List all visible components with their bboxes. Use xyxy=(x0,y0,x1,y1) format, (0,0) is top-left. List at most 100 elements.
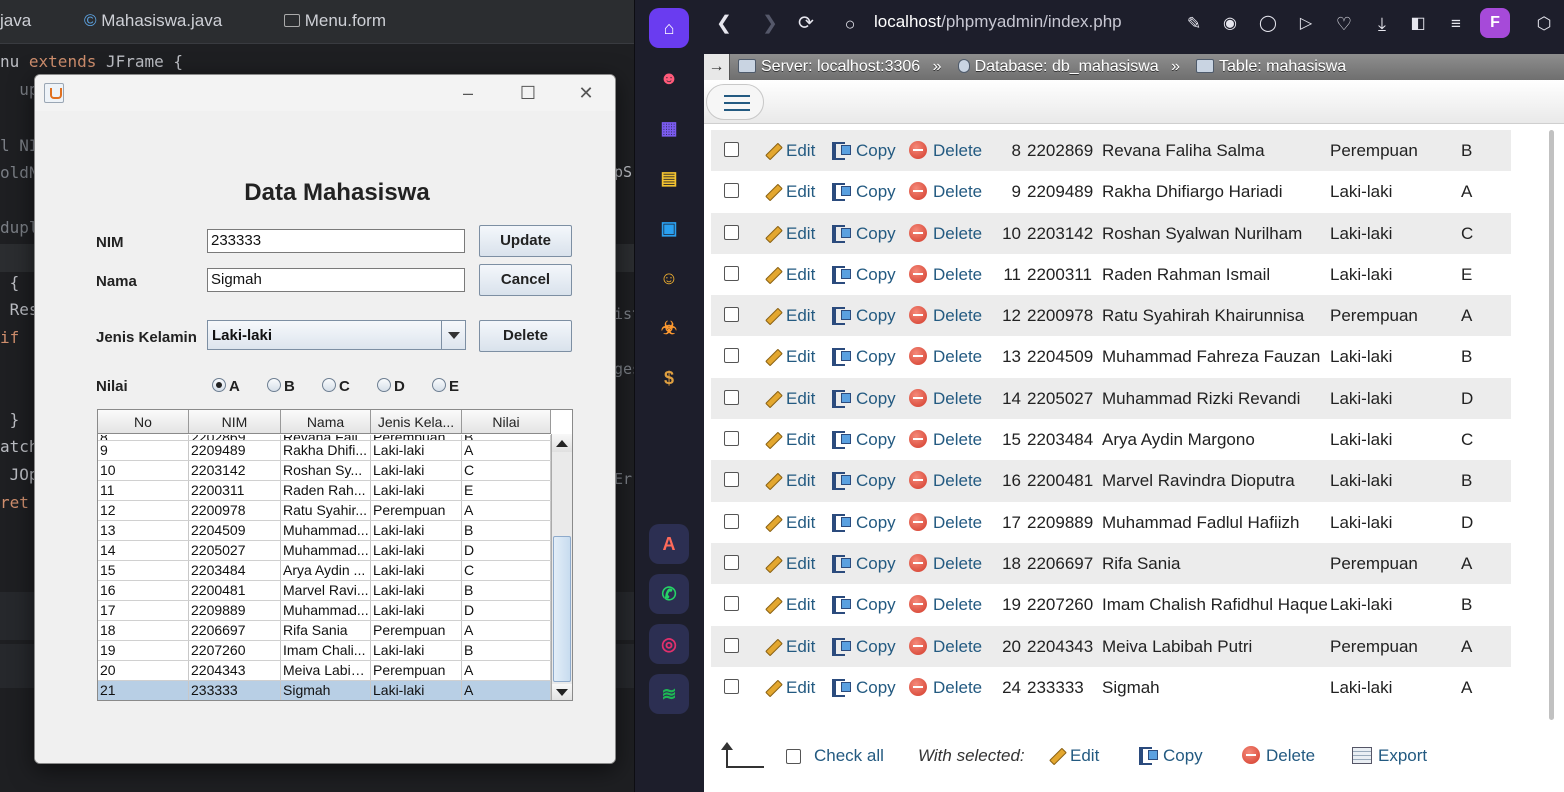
copy-link[interactable]: Copy xyxy=(831,554,896,574)
table-row[interactable]: 13 2204509 Muhammad... Laki-laki B xyxy=(98,521,551,541)
breadcrumb-database[interactable]: Database: db_mahasiswa xyxy=(975,58,1159,75)
table-row[interactable]: 18 2206697 Rifa Sania Perempuan A xyxy=(98,621,551,641)
edit-link[interactable]: Edit xyxy=(763,224,815,244)
row-checkbox[interactable] xyxy=(724,472,739,488)
editor-tab-mahasiswa[interactable]: © Mahasiswa.java xyxy=(84,11,222,31)
copy-link[interactable]: Copy xyxy=(831,595,896,615)
hamburger-menu-icon[interactable] xyxy=(706,84,764,120)
extensions-icon[interactable]: ⬡ xyxy=(1530,10,1558,38)
delete-link[interactable]: Delete xyxy=(909,347,982,367)
grade-radio-a[interactable]: A xyxy=(207,375,257,399)
update-button[interactable]: Update xyxy=(479,225,572,257)
delete-link[interactable]: Delete xyxy=(909,388,982,409)
easy-setup-icon[interactable]: ≡ xyxy=(1442,10,1470,38)
copy-link[interactable]: Copy xyxy=(831,513,896,533)
row-checkbox[interactable] xyxy=(724,389,739,405)
heart-icon[interactable]: ♡ xyxy=(1330,10,1358,38)
edit-url-icon[interactable]: ✎ xyxy=(1180,10,1208,38)
biohazard-icon[interactable]: ☣ xyxy=(649,308,689,348)
edit-link[interactable]: Edit xyxy=(763,389,815,409)
copy-link[interactable]: Copy xyxy=(831,306,896,326)
row-checkbox[interactable] xyxy=(724,513,739,529)
edit-link[interactable]: Edit xyxy=(763,678,815,698)
copy-link[interactable]: Copy xyxy=(831,182,896,202)
table-row[interactable]: 21 233333 Sigmah Laki-laki A xyxy=(98,681,551,700)
files-icon[interactable]: ▤ xyxy=(649,158,689,198)
download-icon[interactable]: ⤓ xyxy=(1368,10,1396,38)
column-header[interactable]: Jenis Kela... xyxy=(371,410,462,433)
editor-tab-java[interactable]: java xyxy=(0,11,31,31)
delete-link[interactable]: Delete xyxy=(909,223,982,244)
delete-link[interactable]: Delete xyxy=(909,182,982,202)
home-icon[interactable]: ⌂ xyxy=(649,8,689,48)
delete-link[interactable]: Delete xyxy=(909,430,982,450)
mahasiswa-table[interactable]: NoNIMNamaJenis Kela...Nilai 82202869Reva… xyxy=(97,409,573,701)
check-all-link[interactable]: Check all xyxy=(814,746,884,766)
whatsapp-icon[interactable]: ✆ xyxy=(649,574,689,614)
delete-link[interactable]: Delete xyxy=(909,595,982,615)
back-icon[interactable]: ❮ xyxy=(710,10,738,38)
grade-radio-c[interactable]: C xyxy=(317,375,367,399)
row-checkbox[interactable] xyxy=(724,183,739,199)
delete-link[interactable]: Delete xyxy=(909,306,982,326)
check-all-checkbox[interactable] xyxy=(786,749,801,764)
reload-icon[interactable]: ⟳ xyxy=(792,10,820,38)
row-checkbox[interactable] xyxy=(724,224,739,240)
grid-app-icon[interactable]: ▦ xyxy=(649,108,689,148)
address-bar[interactable]: localhost/phpmyadmin/index.php xyxy=(874,12,1122,32)
row-checkbox[interactable] xyxy=(724,431,739,447)
breadcrumb-server[interactable]: Server: localhost:3306 xyxy=(761,58,920,75)
chevron-down-icon[interactable] xyxy=(441,321,465,349)
copy-link[interactable]: Copy xyxy=(831,265,896,285)
forward-icon[interactable]: ❯ xyxy=(756,10,784,38)
delete-link[interactable]: Delete xyxy=(909,677,982,698)
delete-link[interactable]: Delete xyxy=(909,264,982,285)
edit-link[interactable]: Edit xyxy=(763,141,815,161)
radio-icon[interactable] xyxy=(267,378,281,392)
row-checkbox[interactable] xyxy=(724,142,739,157)
table-row[interactable]: 16 2200481 Marvel Ravi... Laki-laki B xyxy=(98,581,551,601)
face-icon[interactable]: ☺ xyxy=(649,258,689,298)
scroll-thumb[interactable] xyxy=(1549,130,1554,720)
column-header[interactable]: NIM xyxy=(189,410,281,433)
edit-link[interactable]: Edit xyxy=(763,265,815,285)
edit-link[interactable]: Edit xyxy=(763,554,815,574)
table-row[interactable]: 20 2204343 Meiva Labib... Perempuan A xyxy=(98,661,551,681)
grade-radio-d[interactable]: D xyxy=(372,375,422,399)
table-row[interactable]: 11 2200311 Raden Rah... Laki-laki E xyxy=(98,481,551,501)
sidebar-toggle-icon[interactable]: ◧ xyxy=(1404,10,1432,38)
edit-link[interactable]: Edit xyxy=(763,430,815,450)
delete-link[interactable]: Delete xyxy=(909,512,982,533)
row-checkbox[interactable] xyxy=(724,265,739,281)
bulk-copy-button[interactable]: Copy xyxy=(1138,746,1203,766)
bulk-export-button[interactable]: Export xyxy=(1352,746,1427,766)
copy-link[interactable]: Copy xyxy=(831,389,896,409)
column-header[interactable]: Nilai xyxy=(462,410,551,433)
jenis-kelamin-select[interactable]: Laki-laki xyxy=(207,320,466,350)
emoji-icon[interactable]: ☻ xyxy=(649,58,689,98)
delete-link[interactable]: Delete xyxy=(909,471,982,491)
delete-link[interactable]: Delete xyxy=(909,553,982,574)
scroll-thumb[interactable] xyxy=(553,536,571,682)
site-info-icon[interactable]: ○ xyxy=(836,10,864,38)
grade-radio-e[interactable]: E xyxy=(427,375,477,399)
edit-link[interactable]: Edit xyxy=(763,513,815,533)
minimize-icon[interactable]: – xyxy=(453,81,483,105)
row-checkbox[interactable] xyxy=(724,307,739,323)
instagram-icon[interactable]: ◎ xyxy=(649,624,689,664)
breadcrumb-table[interactable]: Table: mahasiswa xyxy=(1219,58,1346,75)
table-scrollbar[interactable] xyxy=(551,434,572,700)
editor-tab-menu-form[interactable]: Menu.form xyxy=(284,11,386,31)
column-header[interactable]: No xyxy=(98,410,189,433)
page-scrollbar[interactable] xyxy=(1547,130,1557,720)
camera-icon[interactable]: ◉ xyxy=(1216,10,1244,38)
table-row[interactable]: 9 2209489 Rakha Dhifi... Laki-laki A xyxy=(98,441,551,461)
copy-link[interactable]: Copy xyxy=(831,637,896,657)
copy-link[interactable]: Copy xyxy=(831,141,896,161)
bulk-delete-button[interactable]: Delete xyxy=(1242,746,1315,766)
row-checkbox[interactable] xyxy=(724,348,739,364)
row-checkbox[interactable] xyxy=(724,596,739,612)
navigation-toggle-icon[interactable]: → xyxy=(704,54,730,80)
nama-input[interactable]: Sigmah xyxy=(207,268,465,292)
maximize-icon[interactable]: ☐ xyxy=(513,81,543,105)
